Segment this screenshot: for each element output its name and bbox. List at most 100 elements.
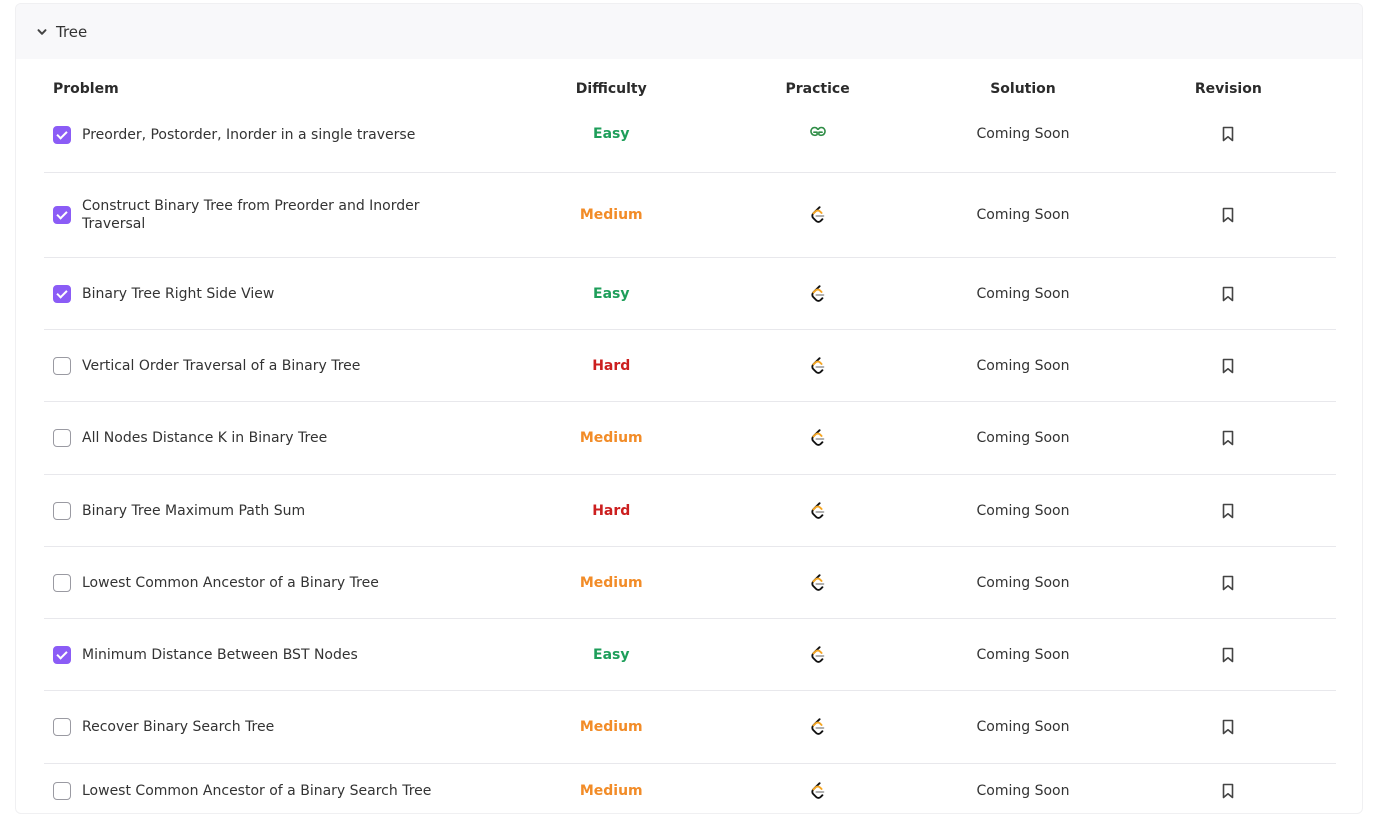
completion-checkbox[interactable] — [53, 573, 71, 592]
problem-cell: Minimum Distance Between BST Nodes — [44, 645, 513, 664]
completion-checkbox[interactable] — [53, 501, 71, 520]
bookmark-icon[interactable] — [1221, 358, 1235, 374]
practice-cell — [710, 782, 925, 800]
column-practice: Practice — [785, 81, 850, 97]
revision-cell — [1121, 126, 1336, 142]
problem-title[interactable]: Binary Tree Maximum Path Sum — [82, 502, 462, 520]
table-row: Lowest Common Ancestor of a Binary Tree … — [44, 547, 1336, 619]
practice-cell — [710, 284, 925, 303]
table-row: Preorder, Postorder, Inorder in a single… — [44, 118, 1336, 173]
completion-checkbox[interactable] — [53, 645, 71, 664]
solution-status: Coming Soon — [976, 574, 1070, 591]
leetcode-icon[interactable] — [810, 782, 826, 800]
column-revision: Revision — [1194, 81, 1262, 97]
solution-status: Coming Soon — [976, 719, 1070, 735]
revision-cell — [1121, 430, 1336, 446]
practice-cell — [710, 645, 925, 664]
table-row: Lowest Common Ancestor of a Binary Searc… — [44, 764, 1336, 813]
completion-checkbox[interactable] — [53, 429, 71, 447]
difficulty-badge: Easy — [593, 285, 630, 302]
practice-cell — [710, 573, 925, 592]
practice-cell — [710, 718, 925, 736]
solution-status: Coming Soon — [976, 430, 1070, 446]
difficulty-badge: Medium — [579, 207, 643, 223]
problem-cell: All Nodes Distance K in Binary Tree — [44, 429, 513, 447]
leetcode-icon[interactable] — [810, 718, 826, 736]
leetcode-icon[interactable] — [810, 206, 826, 224]
leetcode-icon[interactable] — [810, 284, 826, 303]
column-solution: Solution — [990, 81, 1056, 97]
problem-title[interactable]: Construct Binary Tree from Preorder and … — [82, 197, 462, 233]
table-row: Construct Binary Tree from Preorder and … — [44, 173, 1336, 258]
solution-status: Coming Soon — [976, 783, 1070, 799]
column-problem: Problem — [53, 81, 119, 97]
bookmark-icon[interactable] — [1221, 126, 1235, 142]
bookmark-icon[interactable] — [1221, 647, 1235, 663]
leetcode-icon[interactable] — [810, 645, 826, 664]
difficulty-badge: Medium — [579, 783, 643, 799]
problem-cell: Lowest Common Ancestor of a Binary Searc… — [44, 782, 513, 800]
section-title: Tree — [56, 22, 88, 41]
bookmark-icon[interactable] — [1221, 719, 1235, 735]
table-header: Problem Difficulty Practice Solution Rev… — [44, 60, 1336, 118]
solution-status: Coming Soon — [976, 285, 1070, 302]
column-difficulty: Difficulty — [575, 81, 647, 97]
problem-title[interactable]: Minimum Distance Between BST Nodes — [82, 646, 462, 664]
leetcode-icon[interactable] — [810, 429, 826, 447]
practice-cell — [710, 501, 925, 520]
leetcode-icon[interactable] — [810, 356, 826, 375]
section-header[interactable]: Tree — [16, 4, 1362, 59]
difficulty-badge: Medium — [579, 719, 643, 735]
problem-cell: Vertical Order Traversal of a Binary Tre… — [44, 356, 513, 375]
table-row: Binary Tree Maximum Path Sum Hard Coming… — [44, 475, 1336, 547]
solution-status: Coming Soon — [976, 502, 1070, 519]
solution-status: Coming Soon — [976, 126, 1070, 142]
leetcode-icon[interactable] — [810, 501, 826, 520]
difficulty-badge: Medium — [579, 430, 643, 446]
problem-cell: Preorder, Postorder, Inorder in a single… — [44, 126, 513, 144]
revision-cell — [1121, 286, 1336, 302]
bookmark-icon[interactable] — [1221, 286, 1235, 302]
tree-section: Tree Problem Difficulty Practice Solutio… — [15, 3, 1363, 814]
problem-title[interactable]: Vertical Order Traversal of a Binary Tre… — [82, 357, 462, 375]
problem-cell: Construct Binary Tree from Preorder and … — [44, 197, 513, 233]
problem-cell: Lowest Common Ancestor of a Binary Tree — [44, 573, 513, 592]
completion-checkbox[interactable] — [53, 782, 71, 800]
difficulty-badge: Hard — [592, 357, 631, 374]
bookmark-icon[interactable] — [1221, 503, 1235, 519]
problem-title[interactable]: Lowest Common Ancestor of a Binary Searc… — [82, 782, 462, 800]
difficulty-badge: Easy — [593, 646, 630, 663]
completion-checkbox[interactable] — [53, 206, 71, 224]
problem-title[interactable]: Binary Tree Right Side View — [82, 285, 462, 303]
completion-checkbox[interactable] — [53, 284, 71, 303]
problem-title[interactable]: Recover Binary Search Tree — [82, 718, 462, 736]
revision-cell — [1121, 719, 1336, 735]
bookmark-icon[interactable] — [1221, 207, 1235, 223]
practice-cell — [710, 356, 925, 375]
problem-cell: Recover Binary Search Tree — [44, 718, 513, 736]
problem-title[interactable]: All Nodes Distance K in Binary Tree — [82, 429, 462, 447]
revision-cell — [1121, 207, 1336, 223]
practice-cell — [710, 206, 925, 224]
revision-cell — [1121, 647, 1336, 663]
problem-title[interactable]: Preorder, Postorder, Inorder in a single… — [82, 126, 462, 144]
practice-cell — [710, 429, 925, 447]
table-row: Recover Binary Search Tree Medium Coming… — [44, 691, 1336, 764]
chevron-down-icon[interactable] — [36, 26, 48, 38]
leetcode-icon[interactable] — [810, 573, 826, 592]
revision-cell — [1121, 783, 1336, 799]
solution-status: Coming Soon — [976, 357, 1070, 374]
completion-checkbox[interactable] — [53, 126, 71, 144]
difficulty-badge: Medium — [579, 574, 643, 591]
solution-status: Coming Soon — [976, 646, 1070, 663]
revision-cell — [1121, 358, 1336, 374]
problem-title[interactable]: Lowest Common Ancestor of a Binary Tree — [82, 574, 462, 592]
bookmark-icon[interactable] — [1221, 783, 1235, 799]
bookmark-icon[interactable] — [1221, 430, 1235, 446]
bookmark-icon[interactable] — [1221, 575, 1235, 591]
geeksforgeeks-icon[interactable] — [809, 126, 827, 138]
completion-checkbox[interactable] — [53, 718, 71, 736]
completion-checkbox[interactable] — [53, 356, 71, 375]
practice-cell — [710, 126, 925, 138]
difficulty-badge: Hard — [592, 502, 631, 519]
